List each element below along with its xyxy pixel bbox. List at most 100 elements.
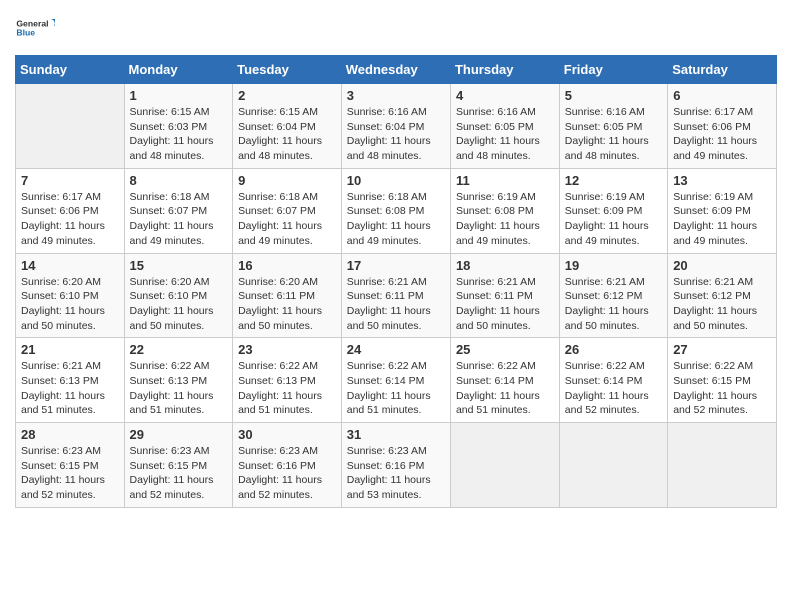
day-number: 16 xyxy=(238,258,336,273)
day-number: 24 xyxy=(347,342,445,357)
day-cell: 8Sunrise: 6:18 AM Sunset: 6:07 PM Daylig… xyxy=(124,168,233,253)
week-row-5: 28Sunrise: 6:23 AM Sunset: 6:15 PM Dayli… xyxy=(16,423,777,508)
day-detail: Sunrise: 6:21 AM Sunset: 6:12 PM Dayligh… xyxy=(673,275,771,334)
day-detail: Sunrise: 6:21 AM Sunset: 6:11 PM Dayligh… xyxy=(347,275,445,334)
day-detail: Sunrise: 6:17 AM Sunset: 6:06 PM Dayligh… xyxy=(21,190,119,249)
day-cell: 18 Sunrise: 6:21 AM Sunset: 6:11 PM Dayli… xyxy=(450,253,559,338)
day-cell: 14 Sunrise: 6:20 AM Sunset: 6:10 PM Dayli… xyxy=(16,253,125,338)
day-number: 9 xyxy=(238,173,336,188)
header-cell-wednesday: Wednesday xyxy=(341,56,450,84)
day-detail: Sunrise: 6:23 AM Sunset: 6:15 PM Dayligh… xyxy=(130,444,228,503)
day-detail: Sunrise: 6:21 AM Sunset: 6:13 PM Dayligh… xyxy=(21,359,119,418)
week-row-4: 21 Sunrise: 6:21 AM Sunset: 6:13 PM Dayli… xyxy=(16,338,777,423)
day-number: 31 xyxy=(347,427,445,442)
day-cell: 3Sunrise: 6:16 AM Sunset: 6:04 PM Daylig… xyxy=(341,84,450,169)
day-cell: 23 Sunrise: 6:22 AM Sunset: 6:13 PM Dayli… xyxy=(233,338,342,423)
calendar-table: SundayMondayTuesdayWednesdayThursdayFrid… xyxy=(15,55,777,508)
header-cell-monday: Monday xyxy=(124,56,233,84)
day-number: 2 xyxy=(238,88,336,103)
day-number: 10 xyxy=(347,173,445,188)
day-number: 22 xyxy=(130,342,228,357)
day-cell: 26 Sunrise: 6:22 AM Sunset: 6:14 PM Dayli… xyxy=(559,338,667,423)
day-detail: Sunrise: 6:16 AM Sunset: 6:05 PM Dayligh… xyxy=(456,105,554,164)
day-cell: 21 Sunrise: 6:21 AM Sunset: 6:13 PM Dayli… xyxy=(16,338,125,423)
day-number: 21 xyxy=(21,342,119,357)
svg-text:General: General xyxy=(16,18,48,28)
day-detail: Sunrise: 6:19 AM Sunset: 6:09 PM Dayligh… xyxy=(673,190,771,249)
day-detail: Sunrise: 6:20 AM Sunset: 6:10 PM Dayligh… xyxy=(130,275,228,334)
header-cell-tuesday: Tuesday xyxy=(233,56,342,84)
day-detail: Sunrise: 6:19 AM Sunset: 6:08 PM Dayligh… xyxy=(456,190,554,249)
day-detail: Sunrise: 6:16 AM Sunset: 6:05 PM Dayligh… xyxy=(565,105,662,164)
day-cell: 25Sunrise: 6:22 AM Sunset: 6:14 PM Dayli… xyxy=(450,338,559,423)
day-number: 1 xyxy=(130,88,228,103)
header-cell-sunday: Sunday xyxy=(16,56,125,84)
day-cell: 15 Sunrise: 6:20 AM Sunset: 6:10 PM Dayli… xyxy=(124,253,233,338)
header-row: SundayMondayTuesdayWednesdayThursdayFrid… xyxy=(16,56,777,84)
day-number: 30 xyxy=(238,427,336,442)
day-cell: 24 Sunrise: 6:22 AM Sunset: 6:14 PM Dayli… xyxy=(341,338,450,423)
day-number: 26 xyxy=(565,342,662,357)
day-number: 27 xyxy=(673,342,771,357)
day-detail: Sunrise: 6:22 AM Sunset: 6:14 PM Dayligh… xyxy=(565,359,662,418)
day-detail: Sunrise: 6:15 AM Sunset: 6:03 PM Dayligh… xyxy=(130,105,228,164)
day-cell: 28Sunrise: 6:23 AM Sunset: 6:15 PM Dayli… xyxy=(16,423,125,508)
day-number: 15 xyxy=(130,258,228,273)
day-cell: 27 Sunrise: 6:22 AM Sunset: 6:15 PM Dayli… xyxy=(668,338,777,423)
day-number: 20 xyxy=(673,258,771,273)
day-detail: Sunrise: 6:20 AM Sunset: 6:11 PM Dayligh… xyxy=(238,275,336,334)
day-cell: 9 Sunrise: 6:18 AM Sunset: 6:07 PM Daylig… xyxy=(233,168,342,253)
week-row-1: 1 Sunrise: 6:15 AM Sunset: 6:03 PM Daylig… xyxy=(16,84,777,169)
day-cell: 2 Sunrise: 6:15 AM Sunset: 6:04 PM Daylig… xyxy=(233,84,342,169)
day-cell: 20 Sunrise: 6:21 AM Sunset: 6:12 PM Dayli… xyxy=(668,253,777,338)
day-detail: Sunrise: 6:21 AM Sunset: 6:11 PM Dayligh… xyxy=(456,275,554,334)
day-cell: 31 Sunrise: 6:23 AM Sunset: 6:16 PM Dayli… xyxy=(341,423,450,508)
day-number: 23 xyxy=(238,342,336,357)
day-number: 5 xyxy=(565,88,662,103)
day-number: 3 xyxy=(347,88,445,103)
day-detail: Sunrise: 6:18 AM Sunset: 6:07 PM Dayligh… xyxy=(238,190,336,249)
day-cell xyxy=(668,423,777,508)
day-cell: 22 Sunrise: 6:22 AM Sunset: 6:13 PM Dayli… xyxy=(124,338,233,423)
day-detail: Sunrise: 6:22 AM Sunset: 6:14 PM Dayligh… xyxy=(347,359,445,418)
day-detail: Sunrise: 6:23 AM Sunset: 6:16 PM Dayligh… xyxy=(238,444,336,503)
day-detail: Sunrise: 6:21 AM Sunset: 6:12 PM Dayligh… xyxy=(565,275,662,334)
day-number: 18 xyxy=(456,258,554,273)
day-cell: 1 Sunrise: 6:15 AM Sunset: 6:03 PM Daylig… xyxy=(124,84,233,169)
day-cell xyxy=(16,84,125,169)
week-row-3: 14 Sunrise: 6:20 AM Sunset: 6:10 PM Dayli… xyxy=(16,253,777,338)
day-detail: Sunrise: 6:15 AM Sunset: 6:04 PM Dayligh… xyxy=(238,105,336,164)
day-detail: Sunrise: 6:18 AM Sunset: 6:07 PM Dayligh… xyxy=(130,190,228,249)
day-number: 6 xyxy=(673,88,771,103)
day-detail: Sunrise: 6:20 AM Sunset: 6:10 PM Dayligh… xyxy=(21,275,119,334)
header-cell-saturday: Saturday xyxy=(668,56,777,84)
day-cell xyxy=(450,423,559,508)
day-number: 17 xyxy=(347,258,445,273)
logo-icon: General Blue xyxy=(15,15,55,43)
day-number: 29 xyxy=(130,427,228,442)
day-cell: 7Sunrise: 6:17 AM Sunset: 6:06 PM Daylig… xyxy=(16,168,125,253)
day-cell: 4 Sunrise: 6:16 AM Sunset: 6:05 PM Daylig… xyxy=(450,84,559,169)
day-cell: 19Sunrise: 6:21 AM Sunset: 6:12 PM Dayli… xyxy=(559,253,667,338)
day-detail: Sunrise: 6:22 AM Sunset: 6:13 PM Dayligh… xyxy=(238,359,336,418)
day-detail: Sunrise: 6:17 AM Sunset: 6:06 PM Dayligh… xyxy=(673,105,771,164)
day-number: 14 xyxy=(21,258,119,273)
logo: General Blue xyxy=(15,15,55,45)
day-detail: Sunrise: 6:18 AM Sunset: 6:08 PM Dayligh… xyxy=(347,190,445,249)
day-cell: 29 Sunrise: 6:23 AM Sunset: 6:15 PM Dayli… xyxy=(124,423,233,508)
day-number: 12 xyxy=(565,173,662,188)
day-detail: Sunrise: 6:22 AM Sunset: 6:15 PM Dayligh… xyxy=(673,359,771,418)
day-number: 4 xyxy=(456,88,554,103)
day-detail: Sunrise: 6:22 AM Sunset: 6:13 PM Dayligh… xyxy=(130,359,228,418)
day-cell: 13 Sunrise: 6:19 AM Sunset: 6:09 PM Dayli… xyxy=(668,168,777,253)
day-number: 11 xyxy=(456,173,554,188)
day-cell: 12 Sunrise: 6:19 AM Sunset: 6:09 PM Dayli… xyxy=(559,168,667,253)
day-number: 13 xyxy=(673,173,771,188)
day-cell: 11 Sunrise: 6:19 AM Sunset: 6:08 PM Dayli… xyxy=(450,168,559,253)
week-row-2: 7Sunrise: 6:17 AM Sunset: 6:06 PM Daylig… xyxy=(16,168,777,253)
day-detail: Sunrise: 6:19 AM Sunset: 6:09 PM Dayligh… xyxy=(565,190,662,249)
day-detail: Sunrise: 6:23 AM Sunset: 6:15 PM Dayligh… xyxy=(21,444,119,503)
day-detail: Sunrise: 6:23 AM Sunset: 6:16 PM Dayligh… xyxy=(347,444,445,503)
header-cell-thursday: Thursday xyxy=(450,56,559,84)
page-header: General Blue xyxy=(15,15,777,45)
